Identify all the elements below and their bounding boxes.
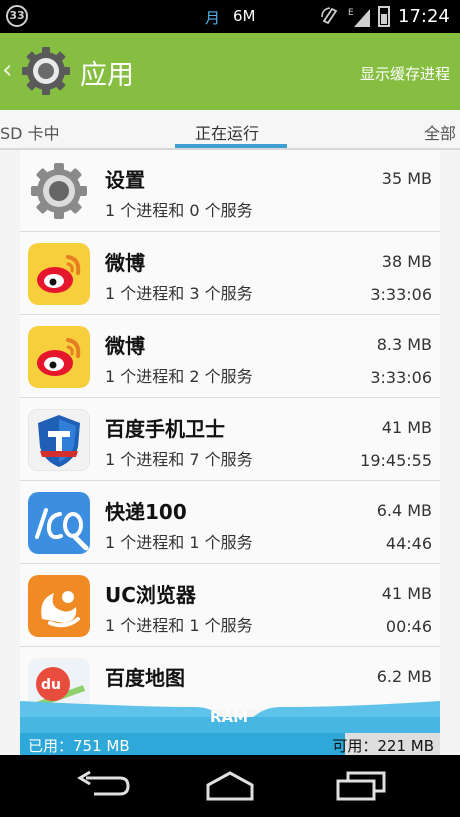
ram-used-text: 已用：751 MB [28,737,130,755]
app-name: 百度手机卫士 [105,417,225,441]
app-run-time: 3:33:06 [370,368,432,387]
back-chevron-icon[interactable]: ‹ [2,55,12,85]
settings-gear-icon[interactable] [20,45,72,97]
divider [20,231,440,232]
app-memory-size: 6.2 MB [376,667,432,686]
app-name: 快递100 [105,500,187,524]
action-bar: ‹ 应用 显示缓存进程 [0,33,460,110]
calendar-month-icon: 月 [205,9,221,27]
app-memory-size: 35 MB [381,169,432,188]
list-item-weibo[interactable]: 微博 1 个进程和 3 个服务 38 MB 3:33:06 [20,233,440,315]
svg-text:E: E [348,8,354,18]
app-name: 微博 [105,251,145,275]
battery-icon [378,6,390,27]
ram-label: RAM [210,708,249,726]
app-run-time: 00:46 [385,617,432,636]
notification-badge: 33 [6,5,28,27]
recent-apps-icon[interactable] [330,769,390,803]
status-bar: 33 月 6M E 17:24 [0,0,460,33]
app-process-info: 1 个进程和 7 个服务 [105,450,253,469]
app-run-time: 44:46 [385,534,432,553]
app-process-info: 1 个进程和 1 个服务 [105,616,253,635]
back-icon[interactable] [72,769,132,803]
divider [20,646,440,647]
show-cached-processes-button[interactable]: 显示缓存进程 [360,63,450,84]
clock: 17:24 [398,6,450,27]
app-name: 百度地图 [105,666,185,690]
list-item-weibo-2[interactable]: 微博 1 个进程和 2 个服务 8.3 MB 3:33:06 [20,316,440,398]
app-memory-size: 8.3 MB [376,335,432,354]
list-item-settings[interactable]: 设置 1 个进程和 0 个服务 35 MB [20,150,440,232]
home-icon[interactable] [200,769,260,803]
baidu-guard-shield-icon [28,409,90,471]
tab-running[interactable]: 正在运行 [195,120,259,144]
ram-usage-bar: 已用：751 MB 可用：221 MB [20,733,440,755]
sync-icon [321,7,338,25]
navigation-bar [0,755,460,817]
app-run-time: 19:45:55 [360,451,432,470]
app-memory-size: 38 MB [381,252,432,271]
divider [20,563,440,564]
divider [20,480,440,481]
divider [20,397,440,398]
app-name: 微博 [105,334,145,358]
traffic-indicator: 6M [233,7,256,25]
settings-gear-icon [31,163,87,219]
app-name: UC浏览器 [105,583,196,607]
app-memory-size: 41 MB [381,584,432,603]
tab-selected-indicator [175,144,287,148]
tab-bar: SD 卡中 正在运行 全部 [0,110,460,150]
svg-text:du: du [41,677,61,693]
weibo-icon [28,243,90,305]
app-process-info: 1 个进程和 0 个服务 [105,201,253,220]
weibo-icon [28,326,90,388]
list-item-uc-browser[interactable]: UC浏览器 1 个进程和 1 个服务 41 MB 00:46 [20,565,440,647]
page-title: 应用 [80,60,134,91]
app-process-info: 1 个进程和 2 个服务 [105,367,253,386]
app-process-info: 1 个进程和 1 个服务 [105,533,253,552]
app-process-info: 1 个进程和 3 个服务 [105,284,253,303]
list-item-kuaidi100[interactable]: 快递100 1 个进程和 1 个服务 6.4 MB 44:46 [20,482,440,564]
list-item-baidu-guard[interactable]: 百度手机卫士 1 个进程和 7 个服务 41 MB 19:45:55 [20,399,440,481]
app-memory-size: 41 MB [381,418,432,437]
signal-icon: E [348,8,370,27]
tab-all[interactable]: 全部 [424,120,456,144]
app-run-time: 3:33:06 [370,285,432,304]
ram-free-text: 可用：221 MB [332,737,434,755]
kuaidi100-icon [28,492,90,554]
running-apps-list: 设置 1 个进程和 0 个服务 35 MB 微博 1 个进程和 3 个服务 38… [20,150,440,710]
tab-sd-card[interactable]: SD 卡中 [0,120,60,144]
divider [20,314,440,315]
app-name: 设置 [105,168,145,192]
app-memory-size: 6.4 MB [376,501,432,520]
uc-browser-squirrel-icon [28,575,90,637]
